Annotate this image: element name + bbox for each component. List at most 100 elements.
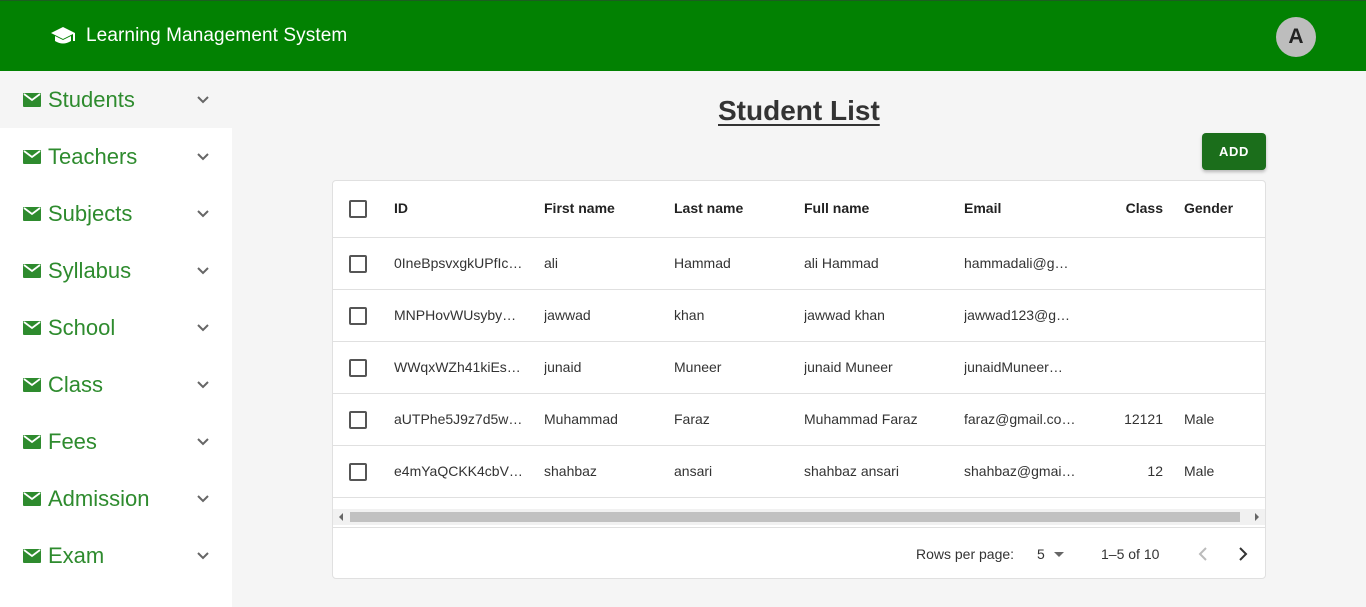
- chevron-down-icon: [197, 437, 209, 445]
- sidebar-item-admission[interactable]: Admission: [0, 470, 232, 527]
- cell-first-name: junaid: [544, 359, 582, 375]
- chevron-down-icon: [197, 152, 209, 160]
- sidebar-item-syllabus[interactable]: Syllabus: [0, 242, 232, 299]
- rows-per-page-value: 5: [1037, 546, 1045, 562]
- table-row[interactable]: MNPHovWUsybyK… jawwad khan jawwad khan j…: [333, 290, 1265, 342]
- column-header-id[interactable]: ID: [394, 200, 524, 216]
- student-table: ID First name Last name Full name Email …: [332, 180, 1266, 579]
- mail-icon: [23, 206, 41, 221]
- add-button[interactable]: ADD: [1202, 133, 1266, 170]
- cell-class: 12: [1147, 463, 1163, 479]
- scrollbar-thumb[interactable]: [350, 512, 1240, 522]
- sidebar-item-exam[interactable]: Exam: [0, 527, 232, 584]
- brand: Learning Management System: [50, 25, 347, 47]
- cell-email: hammadali@g…: [964, 255, 1069, 271]
- mail-icon: [23, 377, 41, 392]
- sidebar-item-label: Students: [48, 86, 135, 112]
- table-row[interactable]: 0IneBpsvxgkUPfIc… ali Hammad ali Hammad …: [333, 238, 1265, 290]
- row-checkbox[interactable]: [349, 359, 367, 377]
- table-pagination: Rows per page: 5 1–5 of 10: [333, 527, 1265, 578]
- rows-per-page-label: Rows per page:: [916, 546, 1015, 562]
- sidebar-item-subjects[interactable]: Subjects: [0, 185, 232, 242]
- mail-icon: [23, 149, 41, 164]
- app-title: Learning Management System: [86, 25, 348, 46]
- cell-email: shahbaz@gmai…: [964, 463, 1076, 479]
- cell-first-name: shahbaz: [544, 463, 597, 479]
- table-header: ID First name Last name Full name Email …: [333, 181, 1265, 238]
- cell-full-name: junaid Muneer: [804, 359, 893, 375]
- mail-icon: [23, 92, 41, 107]
- cell-full-name: Muhammad Faraz: [804, 411, 918, 427]
- chevron-right-icon: [1239, 547, 1248, 561]
- next-page-button[interactable]: [1231, 542, 1255, 566]
- chevron-down-icon: [197, 323, 209, 331]
- previous-page-button[interactable]: [1191, 542, 1215, 566]
- sidebar-item-students[interactable]: Students: [0, 71, 232, 128]
- cell-last-name: ansari: [674, 463, 713, 479]
- mail-icon: [23, 434, 41, 449]
- cell-email: junaidMuneer@…: [964, 359, 1076, 375]
- cell-full-name: shahbaz ansari: [804, 463, 899, 479]
- pagination-range: 1–5 of 10: [1101, 546, 1160, 562]
- cell-id: e4mYaQCKK4cbV…: [394, 463, 523, 479]
- sidebar-item-label: Exam: [48, 542, 105, 568]
- cell-first-name: jawwad: [544, 307, 591, 323]
- chevron-down-icon: [197, 266, 209, 274]
- cell-last-name: Muneer: [674, 359, 722, 375]
- scroll-left-arrow-icon[interactable]: [339, 513, 343, 521]
- cell-gender: Male: [1184, 463, 1215, 479]
- rows-per-page-select[interactable]: 5: [1037, 546, 1064, 562]
- app-bar: Learning Management System A: [0, 0, 1366, 71]
- sidebar-item-teachers[interactable]: Teachers: [0, 128, 232, 185]
- cell-id: MNPHovWUsybyK…: [394, 307, 524, 323]
- select-all-checkbox[interactable]: [349, 200, 367, 218]
- user-avatar[interactable]: A: [1276, 17, 1316, 57]
- column-header-full-name[interactable]: Full name: [804, 200, 944, 216]
- horizontal-scrollbar[interactable]: [333, 509, 1265, 525]
- cell-first-name: ali: [544, 255, 559, 271]
- sidebar-item-label: Fees: [48, 428, 97, 454]
- cell-id: 0IneBpsvxgkUPfIc…: [394, 255, 523, 271]
- mail-icon: [23, 263, 41, 278]
- sidebar-item-label: Subjects: [48, 200, 133, 226]
- column-header-class[interactable]: Class: [1093, 200, 1163, 216]
- sidebar-item-class[interactable]: Class: [0, 356, 232, 413]
- table-row[interactable]: WWqxWZh41kiEsg… junaid Muneer junaid Mun…: [333, 342, 1265, 394]
- caret-down-icon: [1053, 551, 1064, 557]
- mail-icon: [23, 548, 41, 563]
- cell-full-name: jawwad khan: [804, 307, 885, 323]
- cell-last-name: Faraz: [674, 411, 710, 427]
- sidebar-item-fees[interactable]: Fees: [0, 413, 232, 470]
- table-row[interactable]: aUTPhe5J9z7d5w… Muhammad Faraz Muhammad …: [333, 394, 1265, 446]
- chevron-down-icon: [197, 380, 209, 388]
- column-header-gender[interactable]: Gender: [1184, 200, 1254, 216]
- cell-id: aUTPhe5J9z7d5w…: [394, 411, 523, 427]
- chevron-down-icon: [197, 551, 209, 559]
- chevron-left-icon: [1198, 547, 1207, 561]
- graduation-cap-icon: [51, 27, 75, 44]
- row-checkbox[interactable]: [349, 463, 367, 481]
- cell-id: WWqxWZh41kiEsg…: [394, 359, 524, 375]
- chevron-down-icon: [197, 95, 209, 103]
- column-header-last-name[interactable]: Last name: [674, 200, 784, 216]
- table-row[interactable]: e4mYaQCKK4cbV… shahbaz ansari shahbaz an…: [333, 446, 1265, 498]
- column-header-first-name[interactable]: First name: [544, 200, 654, 216]
- page-title: Student List: [718, 95, 880, 126]
- chevron-down-icon: [197, 209, 209, 217]
- sidebar: Students Teachers Subjects Syllabus Scho…: [0, 71, 232, 607]
- mail-icon: [23, 320, 41, 335]
- row-checkbox[interactable]: [349, 255, 367, 273]
- row-checkbox[interactable]: [349, 307, 367, 325]
- sidebar-item-label: Teachers: [48, 143, 138, 169]
- cell-last-name: khan: [674, 307, 705, 323]
- sidebar-item-label: Class: [48, 371, 104, 397]
- cell-email: faraz@gmail.co…: [964, 411, 1076, 427]
- sidebar-item-label: Admission: [48, 485, 150, 511]
- cell-full-name: ali Hammad: [804, 255, 879, 271]
- scroll-right-arrow-icon[interactable]: [1255, 513, 1259, 521]
- chevron-down-icon: [197, 494, 209, 502]
- cell-gender: Male: [1184, 411, 1215, 427]
- sidebar-item-school[interactable]: School: [0, 299, 232, 356]
- row-checkbox[interactable]: [349, 411, 367, 429]
- column-header-email[interactable]: Email: [964, 200, 1076, 216]
